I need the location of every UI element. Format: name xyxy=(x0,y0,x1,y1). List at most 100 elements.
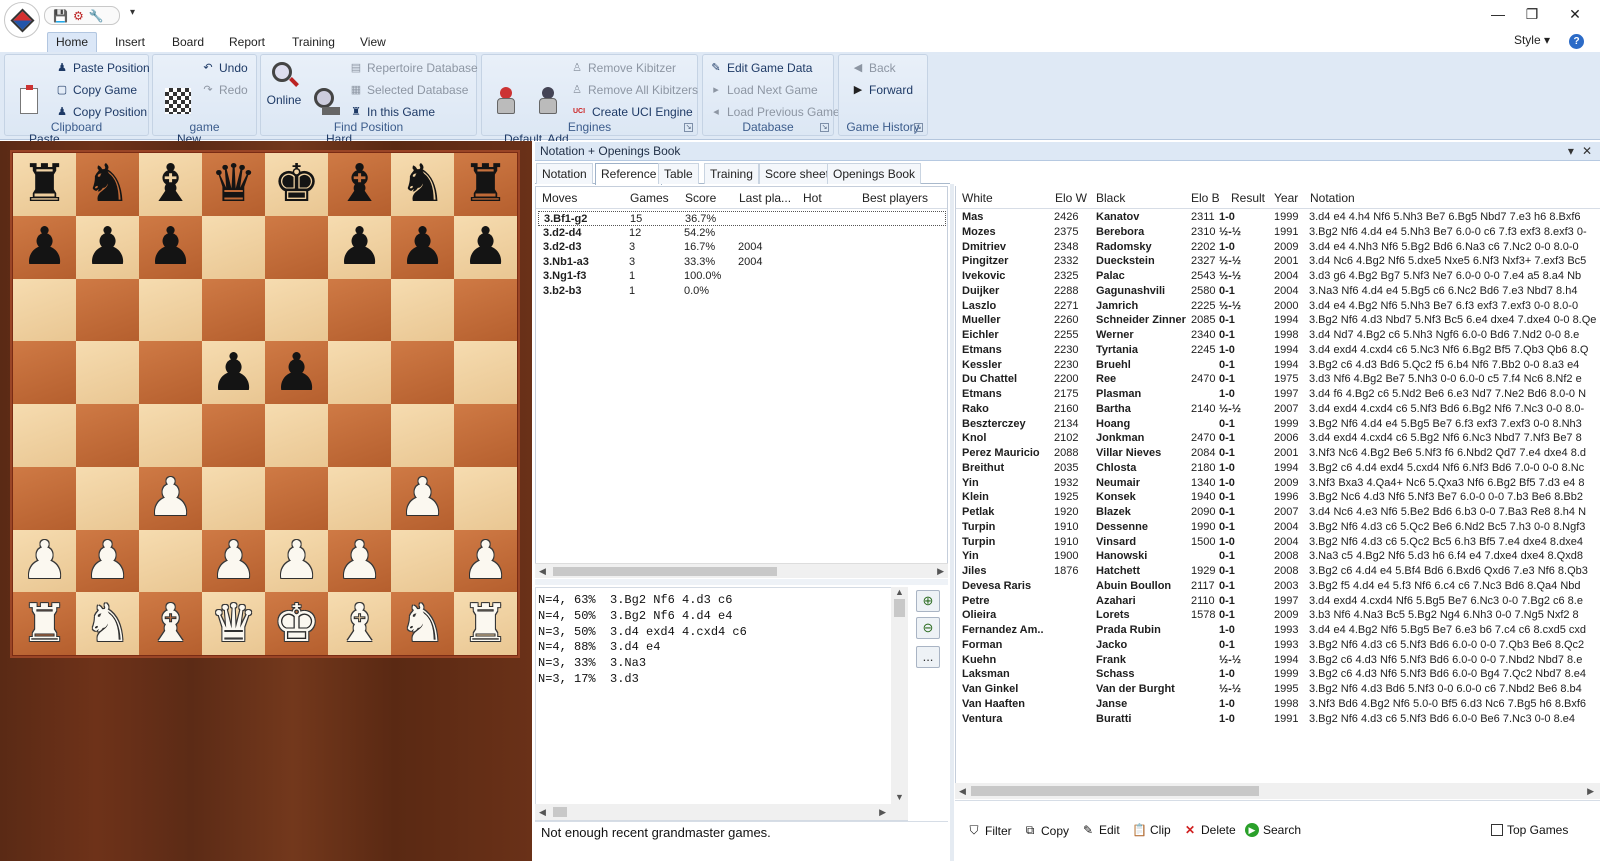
game-row[interactable]: Van Ginkel Van der Burght ½-½ 1995 3.Bg2 Nf6… xyxy=(956,682,1600,697)
panel-splitter[interactable] xyxy=(535,579,948,585)
panel-pin-button[interactable]: ▾ xyxy=(1568,144,1574,158)
zoom-in-button[interactable]: ⊕ xyxy=(916,590,940,612)
square-f8[interactable]: ♝ xyxy=(328,153,391,216)
copy-button[interactable]: ⧉ Copy xyxy=(1023,823,1069,838)
game-row[interactable]: Laszlo 2271 Jamrich 2225 ½-½ 2000 3.d4 e4 4.Bg… xyxy=(956,299,1600,314)
chess-board[interactable]: ♜ ♞ ♝ ♛ ♚ ♝ ♞ ♜ ♟ ♟ ♟ ♟ ♟ ♟ ♟ ♟ ♟ ♟ ♟ ♟ ♟ ♟ ♟ ♟ ♜ ♞ ♝ ♛ ♚ ♝ ♞ ♜ xyxy=(13,153,517,655)
square-e2[interactable]: ♟ xyxy=(265,529,328,593)
tab-report[interactable]: Report xyxy=(221,33,273,52)
game-row[interactable]: Mas 2426 Kanatov 2311 1-0 1999 3.d4 e4 4.h4 Nf… xyxy=(956,210,1600,225)
square-d2[interactable]: ♟ xyxy=(202,529,265,593)
square-e7[interactable] xyxy=(265,215,328,279)
square-e1[interactable]: ♚ xyxy=(265,592,328,655)
top-games-checkbox[interactable]: Top Games xyxy=(1491,823,1568,837)
game-row[interactable]: Klein 1925 Konsek 1940 0-1 1996 3.Bg2 Nc6 4.d3… xyxy=(956,490,1600,505)
square-d6[interactable] xyxy=(202,278,265,342)
white-queen-icon[interactable]: ♛ xyxy=(210,598,257,650)
square-c8[interactable]: ♝ xyxy=(139,153,202,216)
game-row[interactable]: Petre Azahari 2110 0-1 1997 3.d4 exd4 4.cxd4 … xyxy=(956,594,1600,609)
forward-button[interactable]: ▶ Forward xyxy=(851,80,913,100)
zoom-out-button[interactable]: ⊖ xyxy=(916,617,940,639)
game-row[interactable]: Mozes 2375 Berebora 2310 ½-½ 1991 3.Bg2 Nf6 4.… xyxy=(956,225,1600,240)
black-pawn-icon[interactable]: ♟ xyxy=(84,221,131,273)
stats-vertical-scrollbar[interactable]: ▲ ▼ xyxy=(891,587,908,804)
square-e4[interactable] xyxy=(265,404,328,467)
white-rook-icon[interactable]: ♜ xyxy=(21,598,68,650)
tab-home[interactable]: Home xyxy=(47,32,98,53)
white-bishop-icon[interactable]: ♝ xyxy=(147,598,194,650)
square-f5[interactable] xyxy=(328,341,391,404)
square-g2[interactable] xyxy=(391,529,454,593)
square-d7[interactable] xyxy=(202,215,265,279)
paste-position-button[interactable]: ♟ Paste Position xyxy=(55,58,150,78)
game-row[interactable]: Yin 1900 Hanowski 0-1 2008 3.Na3 c5 4.Bg2 Nf6… xyxy=(956,549,1600,564)
tab-view[interactable]: View xyxy=(352,33,394,52)
white-knight-icon[interactable]: ♞ xyxy=(84,598,131,650)
square-b7[interactable]: ♟ xyxy=(76,215,139,279)
white-rook-icon[interactable]: ♜ xyxy=(462,598,509,650)
game-row[interactable]: Yin 1932 Neumair 1340 1-0 2009 3.Nf3 Bxa3 4.Qa… xyxy=(956,476,1600,491)
copy-position-button[interactable]: ♟ Copy Position xyxy=(55,102,147,122)
square-a6[interactable] xyxy=(13,278,76,342)
square-f6[interactable] xyxy=(328,278,391,342)
square-e6[interactable] xyxy=(265,278,328,342)
game-history-dialog-launcher[interactable]: ↘ xyxy=(914,123,923,132)
black-pawn-icon[interactable]: ♟ xyxy=(336,221,383,273)
square-e8[interactable]: ♚ xyxy=(265,153,328,216)
game-row[interactable]: Kessler 2230 Bruehl 0-1 1994 3.Bg2 c6 4.d3 Bd… xyxy=(956,358,1600,373)
square-h1[interactable]: ♜ xyxy=(454,592,517,655)
panel-close-button[interactable]: ✕ xyxy=(1582,144,1592,158)
copy-game-button[interactable]: ▢ Copy Game xyxy=(55,80,137,100)
square-a5[interactable] xyxy=(13,341,76,404)
clip-button[interactable]: 📋 Clip xyxy=(1132,823,1171,837)
black-pawn-icon[interactable]: ♟ xyxy=(273,347,320,399)
square-a8[interactable]: ♜ xyxy=(13,153,76,216)
in-this-game-button[interactable]: ♜ In this Game xyxy=(349,102,435,122)
create-uci-engine-button[interactable]: UCI Create UCI Engine xyxy=(570,102,693,122)
tab-reference[interactable]: Reference xyxy=(595,163,663,185)
stats-line[interactable]: N=3, 50% 3.d4 exd4 4.cxd4 c6 xyxy=(538,625,747,639)
game-row[interactable]: Etmans 2175 Plasman 1-0 1997 3.d4 f6 4.Bg2 c6… xyxy=(956,387,1600,402)
square-f2[interactable]: ♟ xyxy=(328,529,391,593)
stats-line[interactable]: N=3, 17% 3.d3 xyxy=(538,672,639,686)
tab-table[interactable]: Table xyxy=(658,163,699,184)
game-row[interactable]: Forman Jacko 0-1 1993 3.Bg2 Nf6 4.d3 c6 5.Nf… xyxy=(956,638,1600,653)
move-row[interactable]: 3.b2-b3 1 0.0% xyxy=(538,284,946,299)
square-f7[interactable]: ♟ xyxy=(328,215,391,279)
square-c2[interactable] xyxy=(139,529,202,593)
square-h3[interactable] xyxy=(454,466,517,530)
square-h4[interactable] xyxy=(454,404,517,467)
square-e5[interactable]: ♟ xyxy=(265,341,328,404)
game-row[interactable]: Rako 2160 Bartha 2140 ½-½ 2007 3.d4 exd4 4.cxd… xyxy=(956,402,1600,417)
black-knight-icon[interactable]: ♞ xyxy=(399,158,446,210)
white-pawn-icon[interactable]: ♟ xyxy=(210,535,257,587)
redo-button[interactable]: ↷ Redo xyxy=(201,80,247,100)
col-moves[interactable]: Moves xyxy=(542,191,577,205)
square-c4[interactable] xyxy=(139,404,202,467)
game-row[interactable]: Pingitzer 2332 Dueckstein 2327 ½-½ 2001 3.d4 N… xyxy=(956,254,1600,269)
remove-all-kibitzers-button[interactable]: ♙ Remove All Kibitzers xyxy=(570,80,698,100)
load-next-game-button[interactable]: ▸ Load Next Game xyxy=(709,80,817,100)
move-row[interactable]: 3.d2-d3 3 16.7% 2004 xyxy=(538,240,946,255)
black-bishop-icon[interactable]: ♝ xyxy=(336,158,383,210)
game-row[interactable]: Jiles 1876 Hatchett 1929 0-1 2008 3.Bg2 c6 4.d… xyxy=(956,564,1600,579)
square-c6[interactable] xyxy=(139,278,202,342)
square-a4[interactable] xyxy=(13,404,76,467)
square-g1[interactable]: ♞ xyxy=(391,592,454,655)
search-button[interactable]: ▶ Search xyxy=(1245,823,1301,837)
game-row[interactable]: Ventura Buratti 1-0 1991 3.Bg2 Nf6 4.d3 c6 5… xyxy=(956,712,1600,727)
square-a2[interactable]: ♟ xyxy=(13,529,76,593)
stats-line[interactable]: N=4, 88% 3.d4 e4 xyxy=(538,640,660,654)
game-row[interactable]: Kuehn Frank ½-½ 1994 3.Bg2 c6 4.d3 Nf6 5.Nf3… xyxy=(956,653,1600,668)
col-result[interactable]: Result xyxy=(1231,191,1265,205)
game-row[interactable]: Breithut 2035 Chlosta 2180 1-0 1994 3.Bg2 c6 4… xyxy=(956,461,1600,476)
square-f1[interactable]: ♝ xyxy=(328,592,391,655)
game-row[interactable]: Knol 2102 Jonkman 2470 0-1 2006 3.d4 exd4 4.cx… xyxy=(956,431,1600,446)
back-button[interactable]: ◀ Back xyxy=(851,58,896,78)
white-pawn-icon[interactable]: ♟ xyxy=(147,472,194,524)
load-previous-game-button[interactable]: ◂ Load Previous Game xyxy=(709,102,840,122)
square-f3[interactable] xyxy=(328,466,391,530)
square-g6[interactable] xyxy=(391,278,454,342)
black-pawn-icon[interactable]: ♟ xyxy=(210,347,257,399)
square-b4[interactable] xyxy=(76,404,139,467)
